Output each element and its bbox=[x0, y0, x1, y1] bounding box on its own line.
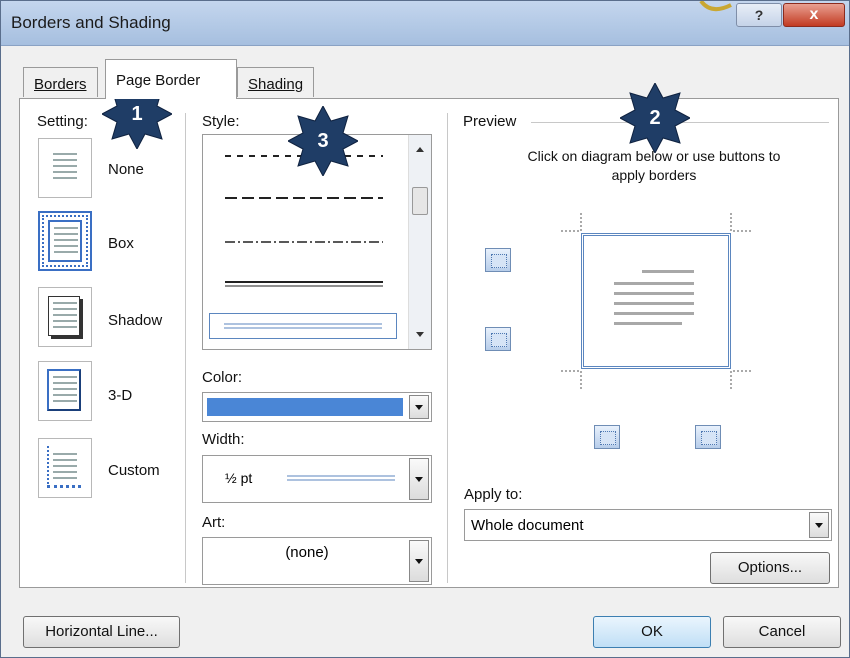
lines-glyph bbox=[53, 376, 77, 406]
tab-borders-label: Borders bbox=[34, 76, 87, 93]
tab-page-border-label: Page Border bbox=[116, 72, 201, 89]
callout-badge-3: 3 bbox=[286, 104, 360, 178]
setting-shadow-icon[interactable] bbox=[38, 287, 92, 347]
dropdown-arrow-icon[interactable] bbox=[809, 512, 829, 538]
tab-shading[interactable]: Shading bbox=[237, 67, 315, 97]
options-button[interactable]: Options... bbox=[710, 552, 830, 584]
title-bar: Borders and Shading ? x bbox=[1, 1, 849, 46]
scroll-up-icon[interactable] bbox=[416, 147, 424, 152]
scroll-thumb[interactable] bbox=[412, 187, 428, 215]
setting-none-icon[interactable] bbox=[38, 138, 92, 198]
lines-glyph bbox=[53, 153, 77, 183]
lines-glyph bbox=[53, 302, 77, 332]
right-border-button[interactable] bbox=[695, 425, 721, 449]
apply-to-value: Whole document bbox=[471, 517, 584, 534]
horizontal-line-button[interactable]: Horizontal Line... bbox=[23, 616, 180, 648]
left-border-button[interactable] bbox=[594, 425, 620, 449]
apply-to-label: Apply to: bbox=[464, 486, 523, 503]
preview-label: Preview bbox=[463, 113, 517, 130]
borders-and-shading-dialog: Borders and Shading ? x Borders Page Bor… bbox=[0, 0, 850, 658]
close-button[interactable]: x bbox=[783, 3, 845, 27]
setting-custom-icon[interactable] bbox=[38, 438, 92, 498]
setting-label: Setting: bbox=[37, 113, 88, 130]
style-scrollbar[interactable] bbox=[408, 135, 431, 349]
style-label: Style: bbox=[202, 113, 240, 130]
apply-to-dropdown[interactable]: Whole document bbox=[464, 509, 832, 541]
setting-custom-label[interactable]: Custom bbox=[108, 462, 160, 479]
divider bbox=[185, 113, 186, 583]
badge-number: 2 bbox=[649, 107, 661, 129]
window-title: Borders and Shading bbox=[11, 13, 171, 32]
style-double-thin bbox=[224, 323, 382, 329]
color-swatch bbox=[207, 398, 403, 416]
art-value: (none) bbox=[285, 544, 329, 561]
width-value: ½ pt bbox=[225, 470, 253, 486]
setting-3d-icon[interactable] bbox=[38, 361, 92, 421]
style-dashed-2[interactable] bbox=[225, 193, 383, 203]
selected-style-frame[interactable] bbox=[209, 313, 397, 339]
tab-borders[interactable]: Borders bbox=[23, 67, 98, 97]
tab-shading-label: Shading bbox=[248, 76, 304, 93]
setting-none-label[interactable]: None bbox=[108, 161, 144, 178]
art-dropdown[interactable]: (none) bbox=[202, 537, 432, 585]
style-dashdot[interactable] bbox=[225, 237, 383, 247]
help-button[interactable]: ? bbox=[736, 3, 782, 27]
width-dropdown[interactable]: ½ pt bbox=[202, 455, 432, 503]
color-dropdown[interactable] bbox=[202, 392, 432, 422]
setting-box-label[interactable]: Box bbox=[108, 235, 134, 252]
style-double-thick[interactable] bbox=[225, 279, 383, 289]
setting-box-icon[interactable] bbox=[38, 211, 92, 271]
ok-button[interactable]: OK bbox=[593, 616, 711, 648]
dropdown-arrow-icon[interactable] bbox=[409, 395, 429, 419]
dropdown-arrow-icon[interactable] bbox=[409, 458, 429, 500]
callout-badge-2: 2 bbox=[618, 81, 692, 155]
art-label: Art: bbox=[202, 514, 226, 531]
tab-page-border[interactable]: Page Border bbox=[105, 59, 237, 99]
width-line-sample bbox=[287, 475, 395, 481]
color-label: Color: bbox=[202, 369, 243, 386]
setting-3d-label[interactable]: 3-D bbox=[108, 387, 132, 404]
lines-glyph bbox=[54, 227, 78, 257]
badge-number: 3 bbox=[317, 130, 329, 152]
bottom-border-button[interactable] bbox=[485, 327, 511, 351]
width-label: Width: bbox=[202, 431, 245, 448]
top-border-button[interactable] bbox=[485, 248, 511, 272]
cancel-button[interactable]: Cancel bbox=[723, 616, 841, 648]
scroll-down-icon[interactable] bbox=[416, 332, 424, 337]
setting-shadow-label[interactable]: Shadow bbox=[108, 312, 162, 329]
divider bbox=[447, 113, 448, 583]
lines-glyph bbox=[53, 453, 77, 483]
dropdown-arrow-icon[interactable] bbox=[409, 540, 429, 582]
preview-corner-marks bbox=[561, 213, 751, 389]
